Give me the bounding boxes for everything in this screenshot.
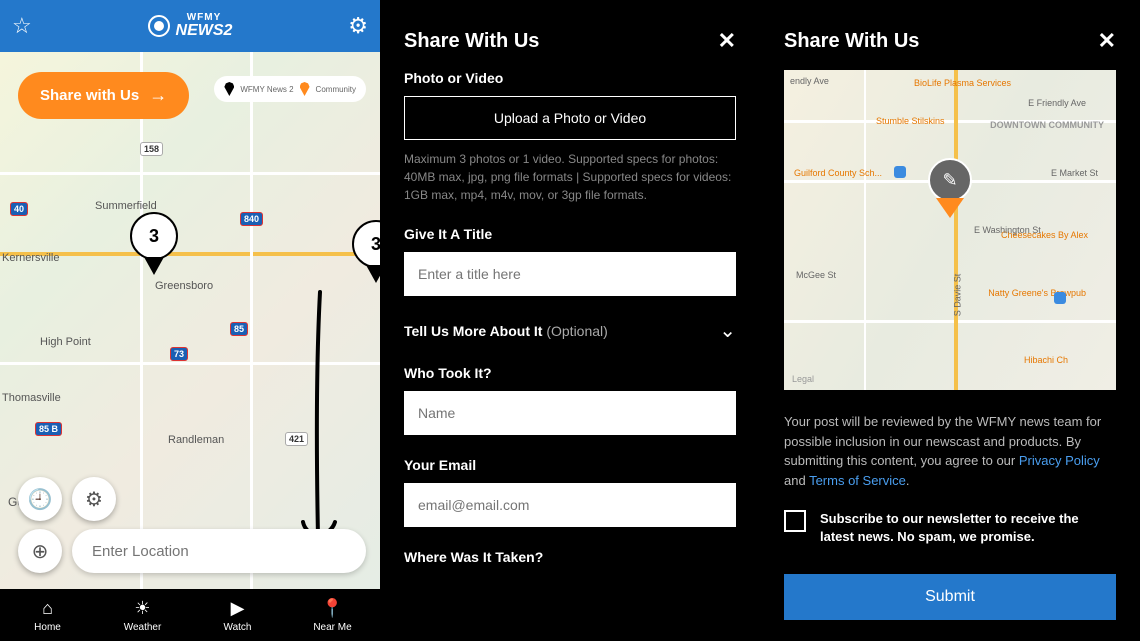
pin-icon (224, 82, 234, 96)
name-input[interactable] (404, 391, 736, 435)
upload-button[interactable]: Upload a Photo or Video (404, 96, 736, 140)
photo-video-label: Photo or Video (404, 70, 736, 86)
share-form-screen-1: Share With Us ✕ Photo or Video Upload a … (380, 0, 760, 641)
map-city-label: Greensboro (155, 280, 213, 292)
terms-of-service-link[interactable]: Terms of Service (809, 473, 906, 488)
play-icon: ▶ (231, 598, 245, 619)
email-label: Your Email (404, 457, 736, 473)
map-street-label: E Friendly Ave (1028, 98, 1086, 108)
privacy-policy-link[interactable]: Privacy Policy (1019, 453, 1100, 468)
modal-title: Share With Us (784, 30, 919, 53)
locate-me-button[interactable]: ⊕ (18, 529, 62, 573)
map-city-label: High Point (40, 336, 91, 348)
close-icon[interactable]: ✕ (1098, 28, 1116, 54)
route-shield: 85 B (35, 422, 62, 436)
location-input[interactable] (72, 529, 366, 573)
title-input[interactable] (404, 252, 736, 296)
weather-icon: ☀ (134, 598, 150, 619)
sliders-icon: ⚙ (85, 487, 103, 512)
nav-weather[interactable]: ☀Weather (95, 589, 190, 641)
upload-hint: Maximum 3 photos or 1 video. Supported s… (404, 150, 736, 204)
route-shield: 40 (10, 202, 28, 216)
route-shield: 73 (170, 347, 188, 361)
map-legal-label: Legal (792, 374, 814, 384)
who-took-label: Who Took It? (404, 365, 736, 381)
location-map-preview[interactable]: endly Ave BioLife Plasma Services E Frie… (784, 70, 1116, 390)
share-form-screen-2: Share With Us ✕ endly Ave BioLife Plasma… (760, 0, 1140, 641)
logo: WFMY NEWS2 (148, 13, 233, 39)
map-poi-label: Natty Greene's Brewpub (988, 288, 1086, 298)
settings-icon[interactable]: ⚙ (348, 13, 368, 39)
crosshair-icon: ⊕ (32, 539, 49, 564)
map-legend: WFMY News 2 Community (214, 76, 366, 102)
where-taken-label: Where Was It Taken? (404, 549, 736, 565)
map-poi-label: Stumble Stilskins (876, 116, 945, 126)
transit-icon (1054, 292, 1066, 304)
route-shield: 158 (140, 142, 163, 156)
map-pin[interactable]: 3 (352, 220, 380, 283)
share-with-us-button[interactable]: Share with Us → (18, 72, 189, 119)
disclaimer-text: Your post will be reviewed by the WFMY n… (760, 412, 1140, 490)
newsletter-checkbox[interactable] (784, 510, 806, 532)
clock-icon: 🕘 (28, 487, 53, 512)
map-street-label: E Washington St (974, 225, 1041, 235)
map-street-label: E Market St (1051, 168, 1098, 178)
modal-title: Share With Us (404, 30, 539, 53)
transit-icon (894, 166, 906, 178)
map-city-label: Summerfield (95, 200, 157, 212)
nav-home[interactable]: ⌂Home (0, 589, 95, 641)
top-bar: ☆ WFMY NEWS2 ⚙ (0, 0, 380, 52)
email-input[interactable] (404, 483, 736, 527)
map-district-label: DOWNTOWN COMMUNITY (990, 120, 1104, 130)
title-label: Give It A Title (404, 226, 736, 242)
map-street-label: McGee St (796, 270, 836, 280)
map-poi-label: Hibachi Ch (1024, 355, 1068, 365)
route-shield: 85 (230, 322, 248, 336)
cbs-eye-icon (148, 15, 170, 37)
location-pin-icon: 📍 (321, 598, 343, 619)
map-city-label: Thomasville (2, 392, 61, 404)
arrow-right-icon: → (149, 85, 167, 106)
pencil-icon: ✎ (942, 170, 957, 191)
filter-button[interactable]: ⚙ (72, 477, 116, 521)
map-poi-label: BioLife Plasma Services (914, 78, 1011, 88)
map-street-label: S Davie St (952, 274, 962, 317)
close-icon[interactable]: ✕ (718, 28, 736, 54)
submit-button[interactable]: Submit (784, 574, 1116, 620)
pin-icon (300, 82, 310, 96)
map-screen: ☆ WFMY NEWS2 ⚙ 158 40 840 85 73 421 85 B… (0, 0, 380, 641)
history-button[interactable]: 🕘 (18, 477, 62, 521)
map-city-label: Randleman (168, 434, 224, 446)
logo-news2: NEWS2 (176, 23, 233, 39)
map-street-label: endly Ave (790, 76, 829, 86)
editable-location-pin[interactable]: ✎ (928, 158, 972, 218)
nav-near-me[interactable]: 📍Near Me (285, 589, 380, 641)
map-city-label: Kernersville (2, 252, 59, 264)
bottom-nav: ⌂Home ☀Weather ▶Watch 📍Near Me (0, 589, 380, 641)
newsletter-label: Subscribe to our newsletter to receive t… (820, 510, 1116, 546)
nav-watch[interactable]: ▶Watch (190, 589, 285, 641)
route-shield: 840 (240, 212, 263, 226)
map-pin[interactable]: 3 (130, 212, 178, 275)
home-icon: ⌂ (42, 598, 53, 619)
favorites-icon[interactable]: ☆ (12, 13, 32, 39)
tell-more-toggle[interactable]: Tell Us More About It (Optional) ⌄ (404, 318, 736, 343)
chevron-down-icon: ⌄ (719, 318, 736, 343)
map-poi-label: Guilford County Sch... (794, 168, 882, 178)
